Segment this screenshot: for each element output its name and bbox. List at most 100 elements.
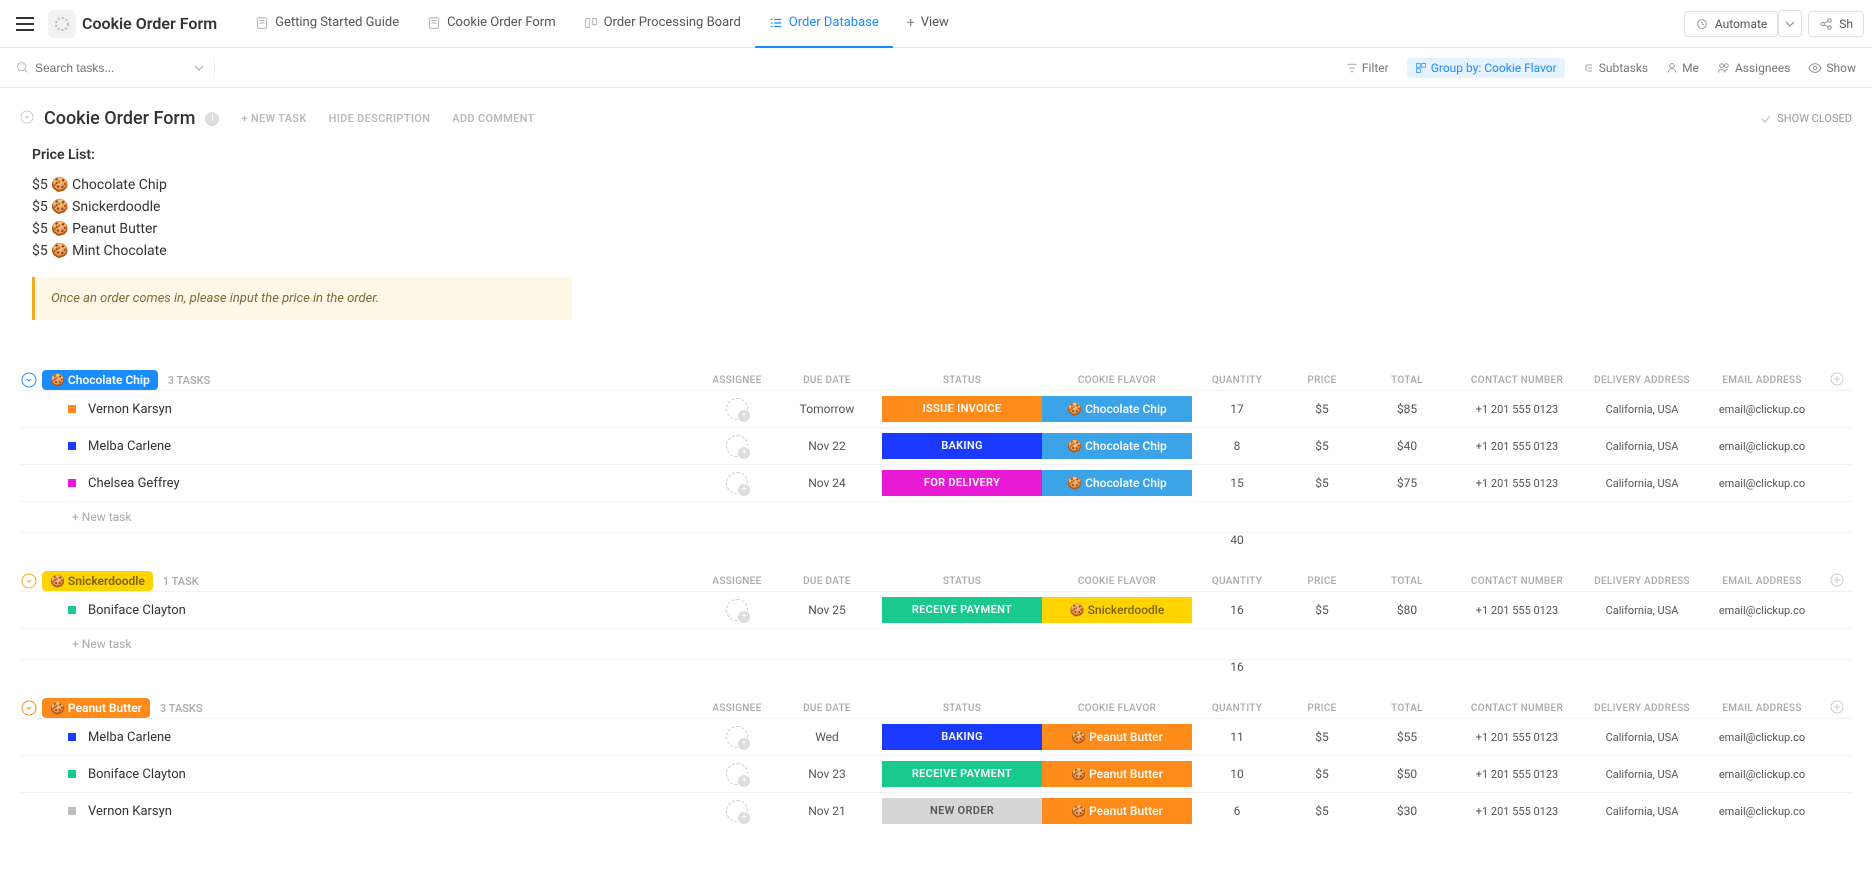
email-cell[interactable]: email@clickup.co bbox=[1702, 768, 1822, 781]
groupby-button[interactable]: Group by: Cookie Flavor bbox=[1407, 58, 1565, 78]
price-cell[interactable]: $5 bbox=[1282, 603, 1362, 617]
flavor-badge[interactable]: 🍪 Peanut Butter bbox=[1042, 761, 1192, 787]
info-icon[interactable]: i bbox=[205, 112, 219, 126]
contact-cell[interactable]: +1 201 555 0123 bbox=[1452, 731, 1582, 744]
table-row[interactable]: Melba Carlene Wed BAKING 🍪 Peanut Butter… bbox=[20, 718, 1852, 755]
status-badge[interactable]: RECEIVE PAYMENT bbox=[882, 761, 1042, 787]
address-cell[interactable]: California, USA bbox=[1582, 805, 1702, 818]
due-date[interactable]: Nov 24 bbox=[772, 476, 882, 490]
flavor-badge[interactable]: 🍪 Chocolate Chip bbox=[1042, 433, 1192, 459]
total-cell[interactable]: $30 bbox=[1362, 804, 1452, 818]
tab-cookie-order-form[interactable]: Cookie Order Form bbox=[413, 0, 570, 48]
assignee-avatar[interactable] bbox=[726, 435, 748, 457]
contact-cell[interactable]: +1 201 555 0123 bbox=[1452, 768, 1582, 781]
status-badge[interactable]: RECEIVE PAYMENT bbox=[882, 597, 1042, 623]
group-label[interactable]: 🍪 Peanut Butter bbox=[42, 698, 150, 718]
task-name[interactable]: Boniface Clayton bbox=[88, 603, 568, 618]
tab-getting-started[interactable]: Getting Started Guide bbox=[241, 0, 413, 48]
total-cell[interactable]: $55 bbox=[1362, 730, 1452, 744]
total-cell[interactable]: $75 bbox=[1362, 476, 1452, 490]
address-cell[interactable]: California, USA bbox=[1582, 477, 1702, 490]
contact-cell[interactable]: +1 201 555 0123 bbox=[1452, 805, 1582, 818]
price-cell[interactable]: $5 bbox=[1282, 730, 1362, 744]
assignee-avatar[interactable] bbox=[726, 800, 748, 822]
email-cell[interactable]: email@clickup.co bbox=[1702, 440, 1822, 453]
flavor-badge[interactable]: 🍪 Chocolate Chip bbox=[1042, 396, 1192, 422]
due-date[interactable]: Nov 21 bbox=[772, 804, 882, 818]
status-badge[interactable]: ISSUE INVOICE bbox=[882, 396, 1042, 422]
status-badge[interactable]: NEW ORDER bbox=[882, 798, 1042, 824]
contact-cell[interactable]: +1 201 555 0123 bbox=[1452, 604, 1582, 617]
total-cell[interactable]: $85 bbox=[1362, 402, 1452, 416]
quantity-cell[interactable]: 8 bbox=[1192, 439, 1282, 453]
flavor-badge[interactable]: 🍪 Peanut Butter bbox=[1042, 798, 1192, 824]
assignee-cell[interactable] bbox=[702, 726, 772, 748]
email-cell[interactable]: email@clickup.co bbox=[1702, 477, 1822, 490]
group-collapse[interactable] bbox=[20, 371, 38, 389]
search-dropdown[interactable] bbox=[194, 60, 204, 75]
status-badge[interactable]: BAKING bbox=[882, 433, 1042, 459]
collapse-list-icon[interactable] bbox=[20, 110, 34, 128]
assignee-cell[interactable] bbox=[702, 599, 772, 621]
address-cell[interactable]: California, USA bbox=[1582, 768, 1702, 781]
assignees-button[interactable]: Assignees bbox=[1717, 61, 1790, 75]
assignee-cell[interactable] bbox=[702, 472, 772, 494]
table-row[interactable]: Vernon Karsyn Nov 21 NEW ORDER 🍪 Peanut … bbox=[20, 792, 1852, 829]
price-cell[interactable]: $5 bbox=[1282, 804, 1362, 818]
email-cell[interactable]: email@clickup.co bbox=[1702, 403, 1822, 416]
add-comment[interactable]: ADD COMMENT bbox=[452, 112, 534, 125]
assignee-avatar[interactable] bbox=[726, 472, 748, 494]
assignee-cell[interactable] bbox=[702, 435, 772, 457]
group-collapse[interactable] bbox=[20, 572, 38, 590]
task-name[interactable]: Vernon Karsyn bbox=[88, 402, 568, 417]
filter-button[interactable]: Filter bbox=[1346, 61, 1389, 75]
email-cell[interactable]: email@clickup.co bbox=[1702, 805, 1822, 818]
due-date[interactable]: Wed bbox=[772, 730, 882, 744]
quantity-cell[interactable]: 6 bbox=[1192, 804, 1282, 818]
group-label[interactable]: 🍪 Chocolate Chip bbox=[42, 370, 158, 390]
due-date[interactable]: Tomorrow bbox=[772, 402, 882, 416]
price-cell[interactable]: $5 bbox=[1282, 402, 1362, 416]
assignee-cell[interactable] bbox=[702, 800, 772, 822]
new-task-row[interactable]: + New task bbox=[20, 501, 1852, 532]
address-cell[interactable]: California, USA bbox=[1582, 604, 1702, 617]
price-cell[interactable]: $5 bbox=[1282, 476, 1362, 490]
assignee-avatar[interactable] bbox=[726, 398, 748, 420]
contact-cell[interactable]: +1 201 555 0123 bbox=[1452, 477, 1582, 490]
share-button[interactable]: Sh bbox=[1808, 11, 1864, 37]
status-badge[interactable]: BAKING bbox=[882, 724, 1042, 750]
search-box[interactable] bbox=[16, 61, 186, 75]
price-cell[interactable]: $5 bbox=[1282, 439, 1362, 453]
automate-button[interactable]: Automate bbox=[1684, 11, 1778, 37]
show-button[interactable]: Show bbox=[1808, 61, 1856, 75]
me-button[interactable]: Me bbox=[1666, 61, 1699, 75]
table-row[interactable]: Boniface Clayton Nov 23 RECEIVE PAYMENT … bbox=[20, 755, 1852, 792]
quantity-cell[interactable]: 10 bbox=[1192, 767, 1282, 781]
subtasks-button[interactable]: Subtasks bbox=[1583, 61, 1648, 75]
status-badge[interactable]: FOR DELIVERY bbox=[882, 470, 1042, 496]
add-column[interactable] bbox=[1822, 573, 1852, 590]
table-row[interactable]: Chelsea Geffrey Nov 24 FOR DELIVERY 🍪 Ch… bbox=[20, 464, 1852, 501]
assignee-cell[interactable] bbox=[702, 763, 772, 785]
tab-order-database[interactable]: Order Database bbox=[755, 0, 893, 48]
due-date[interactable]: Nov 25 bbox=[772, 603, 882, 617]
task-name[interactable]: Melba Carlene bbox=[88, 730, 568, 745]
due-date[interactable]: Nov 22 bbox=[772, 439, 882, 453]
tab-add-view[interactable]: + View bbox=[893, 0, 963, 48]
table-row[interactable]: Melba Carlene Nov 22 BAKING 🍪 Chocolate … bbox=[20, 427, 1852, 464]
task-name[interactable]: Vernon Karsyn bbox=[88, 804, 568, 819]
hide-description[interactable]: HIDE DESCRIPTION bbox=[329, 112, 431, 125]
contact-cell[interactable]: +1 201 555 0123 bbox=[1452, 440, 1582, 453]
flavor-badge[interactable]: 🍪 Chocolate Chip bbox=[1042, 470, 1192, 496]
new-task-header[interactable]: + NEW TASK bbox=[241, 112, 306, 125]
menu-toggle[interactable] bbox=[8, 9, 42, 39]
assignee-avatar[interactable] bbox=[726, 726, 748, 748]
new-task-row[interactable]: + New task bbox=[20, 628, 1852, 659]
assignee-cell[interactable] bbox=[702, 398, 772, 420]
group-label[interactable]: 🍪 Snickerdoodle bbox=[42, 571, 153, 591]
address-cell[interactable]: California, USA bbox=[1582, 403, 1702, 416]
search-input[interactable] bbox=[35, 61, 155, 75]
total-cell[interactable]: $80 bbox=[1362, 603, 1452, 617]
due-date[interactable]: Nov 23 bbox=[772, 767, 882, 781]
price-cell[interactable]: $5 bbox=[1282, 767, 1362, 781]
